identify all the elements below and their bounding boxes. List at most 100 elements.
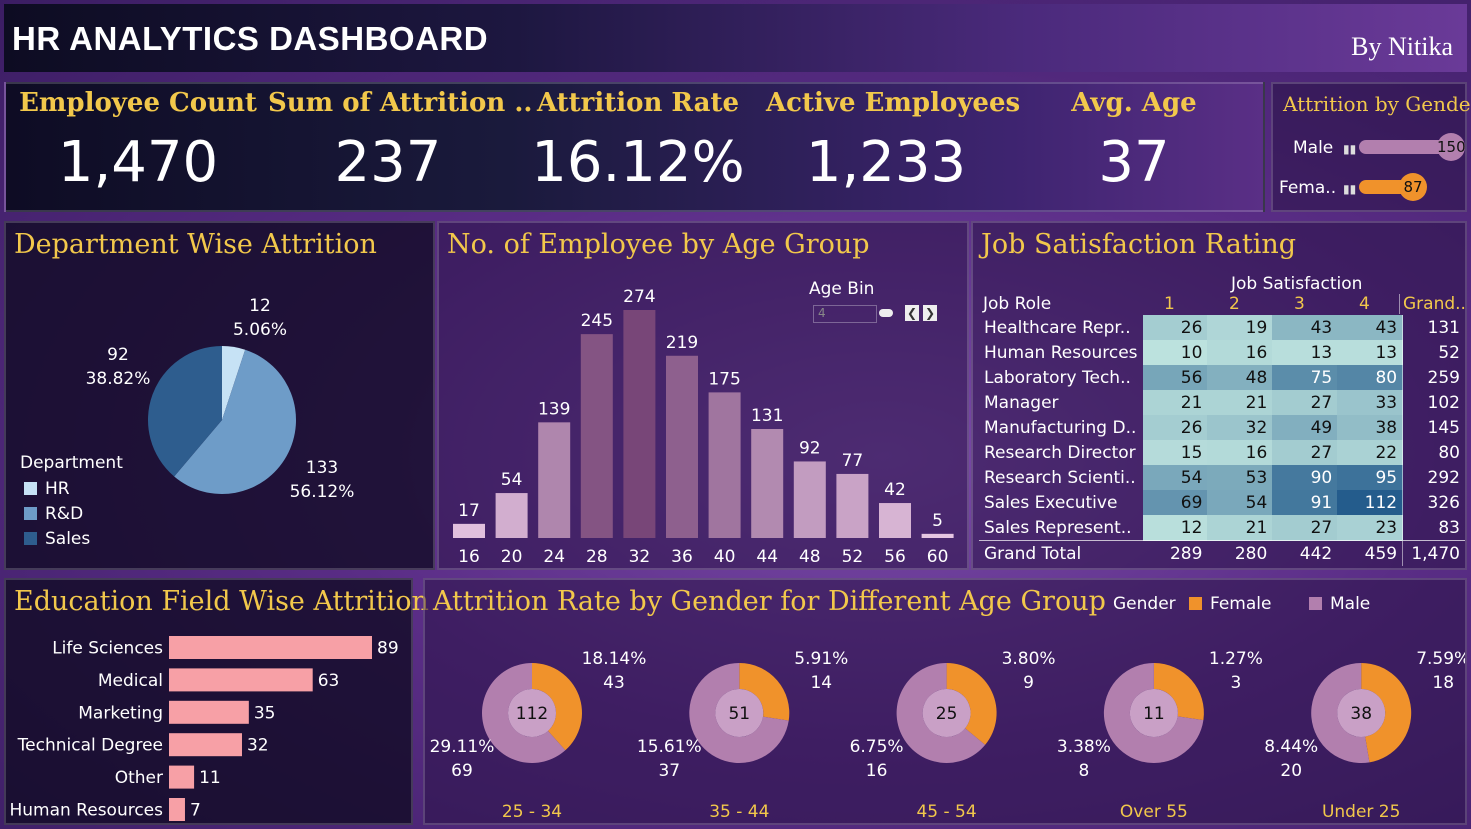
job-role-cell: Manager	[984, 392, 1059, 413]
education-bar-chart[interactable]: Life Sciences 89 Medical 63 Marketing 35 Techn…	[6, 580, 411, 823]
table-row[interactable]: Sales Represent.. 12 21 27 23 83	[979, 515, 1465, 541]
education-bar[interactable]	[169, 765, 195, 789]
page-title: HR ANALYTICS DASHBOARD	[12, 20, 489, 57]
heat-cell[interactable]: 48	[1207, 365, 1273, 390]
heat-cell[interactable]: 27	[1272, 515, 1338, 541]
heat-cell[interactable]: 90	[1272, 465, 1338, 490]
heat-cell[interactable]: 95	[1337, 465, 1403, 490]
heat-cell[interactable]: 15	[1142, 440, 1208, 465]
table-row[interactable]: Sales Executive 69 54 91 112 326	[979, 490, 1465, 515]
column-header: 1	[1164, 294, 1175, 314]
legend-item-hr[interactable]: HR	[24, 479, 70, 499]
age-bar[interactable]	[836, 473, 869, 538]
heat-cell[interactable]: 32	[1207, 415, 1273, 440]
education-bar[interactable]	[169, 668, 313, 692]
heat-cell[interactable]: 69	[1142, 490, 1208, 515]
age-bar[interactable]	[580, 334, 613, 538]
heat-cell[interactable]: 22	[1337, 440, 1403, 465]
heat-cell[interactable]: 13	[1337, 340, 1403, 365]
table-row[interactable]: Research Scienti.. 54 53 90 95 292	[979, 465, 1465, 490]
age-bar[interactable]	[495, 493, 528, 538]
legend-item-rnd[interactable]: R&D	[24, 504, 83, 524]
kpi-attrition-rate[interactable]: Attrition Rate 16.12%	[518, 84, 758, 195]
column-total-cell: 280	[1207, 540, 1273, 566]
heat-cell[interactable]: 23	[1337, 515, 1403, 541]
heat-cell[interactable]: 38	[1337, 415, 1403, 440]
heat-cell[interactable]: 16	[1207, 440, 1273, 465]
row-total-cell: 259	[1402, 365, 1465, 390]
heat-cell[interactable]: 27	[1272, 440, 1338, 465]
bar-value-label: 11	[199, 768, 221, 788]
heat-cell[interactable]: 26	[1142, 415, 1208, 440]
kpi-sum-of-attrition[interactable]: Sum of Attrition .. 237	[268, 84, 532, 195]
kpi-label: Employee Count	[19, 88, 257, 118]
education-bar[interactable]	[169, 700, 249, 724]
heat-cell[interactable]: 43	[1337, 315, 1403, 340]
x-tick-label: 56	[884, 547, 906, 567]
table-row[interactable]: Laboratory Tech.. 56 48 75 80 259	[979, 365, 1465, 390]
kpi-avg-age[interactable]: Avg. Age 37	[1014, 84, 1254, 195]
table-row[interactable]: Healthcare Repr.. 26 19 43 43 131	[979, 315, 1465, 340]
heat-cell[interactable]: 19	[1207, 315, 1273, 340]
age-bar[interactable]	[921, 533, 954, 538]
donut-total-label: 38	[1350, 704, 1372, 724]
age-bar[interactable]	[538, 422, 571, 538]
age-bar[interactable]	[453, 523, 485, 538]
heat-cell[interactable]: 27	[1272, 390, 1338, 415]
kpi-active-employees[interactable]: Active Employees 1,233	[766, 84, 1020, 195]
kpi-value: 1,470	[57, 130, 219, 195]
kpi-value: 1,233	[805, 130, 967, 195]
age-bar[interactable]	[879, 503, 911, 538]
age-group-bar-chart[interactable]: 17 16 54 20 139 24 245 28 274 32 219 36 175 40 131 44 92…	[439, 223, 967, 568]
heat-cell[interactable]: 21	[1207, 390, 1273, 415]
age-bar[interactable]	[751, 428, 784, 538]
heat-cell[interactable]: 49	[1272, 415, 1338, 440]
heat-cell[interactable]: 54	[1142, 465, 1208, 490]
job-role-cell: Sales Executive	[984, 492, 1118, 513]
heat-cell[interactable]: 21	[1207, 515, 1273, 541]
table-row[interactable]: Research Director 15 16 27 22 80	[979, 440, 1465, 465]
heat-cell[interactable]: 26	[1142, 315, 1208, 340]
panel-title: Attrition by Gender	[1283, 92, 1471, 116]
heat-cell[interactable]: 53	[1207, 465, 1273, 490]
x-tick-label: 32	[629, 547, 651, 567]
heat-cell[interactable]: 75	[1272, 365, 1338, 390]
male-count-label: 69	[451, 761, 473, 781]
heat-cell[interactable]: 54	[1207, 490, 1273, 515]
heat-cell[interactable]: 12	[1142, 515, 1208, 541]
age-bar[interactable]	[623, 310, 656, 538]
age-bar[interactable]	[666, 355, 698, 538]
education-bar[interactable]	[169, 733, 242, 757]
kpi-label: Avg. Age	[1071, 88, 1197, 118]
heat-cell[interactable]: 43	[1272, 315, 1338, 340]
kpi-value: 16.12%	[531, 130, 745, 195]
heat-cell[interactable]: 80	[1337, 365, 1403, 390]
education-bar[interactable]	[169, 636, 372, 659]
education-bar[interactable]	[169, 798, 185, 821]
age-bar[interactable]	[793, 461, 826, 538]
heat-cell[interactable]: 16	[1207, 340, 1273, 365]
age-bar[interactable]	[708, 392, 741, 538]
table-row[interactable]: Manufacturing D.. 26 32 49 38 145	[979, 415, 1465, 440]
heat-cell[interactable]: 21	[1142, 390, 1208, 415]
gender-label-female: Fema..	[1279, 178, 1337, 198]
kpi-employee-count[interactable]: Employee Count 1,470	[18, 84, 258, 195]
legend-item-sales[interactable]: Sales	[24, 529, 90, 549]
column-total-cell: 459	[1337, 540, 1403, 566]
heat-cell[interactable]: 91	[1272, 490, 1338, 515]
author-label: By Nitika	[1351, 32, 1453, 61]
bar-value-label: 89	[377, 639, 399, 659]
heat-cell[interactable]: 13	[1272, 340, 1338, 365]
donut-total-label: 51	[728, 704, 750, 724]
heat-cell[interactable]: 33	[1337, 390, 1403, 415]
table-row[interactable]: Manager 21 21 27 33 102	[979, 390, 1465, 415]
heat-cell[interactable]: 10	[1142, 340, 1208, 365]
row-total-cell: 292	[1402, 465, 1465, 490]
gender-age-donut-charts[interactable]: 112 18.14% 43 29.11% 69 25 - 34 51 5.91% 14 15.61…	[425, 580, 1465, 823]
grand-total-header: Grand..	[1399, 294, 1466, 314]
heat-cell[interactable]: 56	[1142, 365, 1208, 390]
heat-cell[interactable]: 112	[1337, 490, 1403, 515]
column-total-cell: 289	[1142, 540, 1208, 566]
row-total-cell: 326	[1402, 490, 1465, 515]
table-row[interactable]: Human Resources 10 16 13 13 52	[979, 340, 1465, 365]
